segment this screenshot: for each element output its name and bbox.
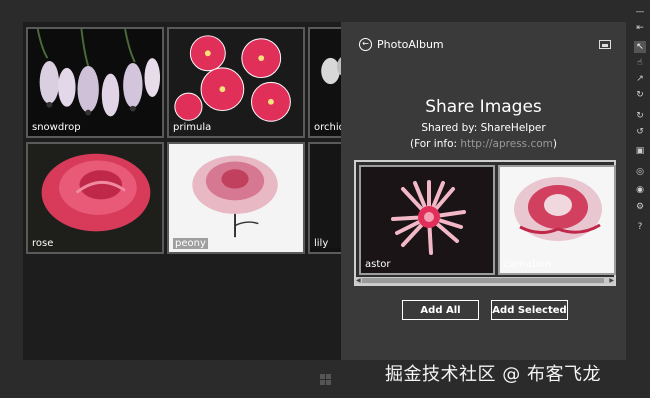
scroll-right-icon[interactable]: ▶ (609, 277, 614, 284)
screenshot-icon[interactable]: ◉ (634, 184, 646, 196)
pinch-icon[interactable]: ↗ (634, 73, 646, 85)
gallery-tile-peony[interactable]: peony (167, 142, 305, 254)
back-arrow-icon[interactable]: ← (359, 37, 372, 51)
tile-label: snowdrop (32, 122, 81, 133)
location-icon[interactable]: ◎ (634, 166, 646, 178)
simulator-toolbar: — ⇤ ↖ ☝ ↗ ↻ ↻ ↺ ▣ ◎ ◉ ⚙ ? (630, 0, 650, 398)
share-pane-header: ← PhotoAlbum (359, 36, 611, 52)
image-icon (599, 39, 611, 49)
shared-image-label: astor (365, 259, 391, 270)
gallery-tile-primula[interactable]: primula (167, 27, 305, 138)
minimize-icon[interactable]: — (634, 6, 646, 18)
for-info-link[interactable]: http://apress.com (460, 138, 553, 150)
horizontal-scrollbar[interactable]: ◀ ▶ (356, 277, 614, 284)
touch-icon[interactable]: ☝ (634, 57, 646, 69)
scroll-thumb[interactable] (362, 278, 604, 283)
share-title: Share Images (425, 97, 542, 117)
rotate-gesture-icon[interactable]: ↻ (634, 89, 646, 101)
shared-image-astor[interactable]: astor (359, 165, 495, 275)
gallery-tile-snowdrop[interactable]: snowdrop (26, 27, 164, 138)
for-info-suffix: ) (552, 138, 558, 150)
scroll-left-icon[interactable]: ◀ (356, 277, 361, 284)
pointer-icon[interactable]: ↖ (634, 41, 646, 53)
resolution-icon[interactable]: ▣ (634, 145, 646, 157)
tile-label: peony (173, 238, 208, 249)
app-screen: snowdrop primula orchid rose peony lily … (23, 22, 626, 360)
share-pane: ← PhotoAlbum Share Images Shared by: Sha… (341, 22, 626, 360)
gallery-tile-rose[interactable]: rose (26, 142, 164, 254)
shared-images-grid: astor carnation ◀ ▶ (354, 160, 616, 286)
rose-image (28, 144, 162, 252)
for-info-prefix: (For info: (409, 138, 461, 150)
pin-icon[interactable]: ⇤ (634, 22, 646, 34)
add-selected-button[interactable]: Add Selected (491, 300, 568, 320)
add-all-button[interactable]: Add All (402, 300, 479, 320)
tile-label: lily (314, 238, 329, 249)
tile-label: rose (32, 238, 54, 249)
rotate-ccw-icon[interactable]: ↺ (634, 126, 646, 138)
watermark: 掘金技术社区 @ 布客飞龙 (385, 364, 601, 385)
rotate-cw-icon[interactable]: ↻ (634, 110, 646, 122)
tile-label: primula (173, 122, 212, 133)
primula-image (169, 29, 303, 136)
shared-by-text: Shared by: ShareHelper (421, 122, 546, 134)
shared-image-carnation[interactable]: carnation (498, 165, 616, 275)
peony-image (169, 144, 303, 252)
snowdrop-image (28, 29, 162, 136)
for-info-text: (For info: http://apress.com) (341, 138, 626, 150)
settings-icon[interactable]: ⚙ (634, 201, 646, 213)
shared-image-label: carnation (504, 259, 552, 270)
help-icon[interactable]: ? (634, 221, 646, 233)
windows-logo-icon[interactable] (320, 374, 331, 385)
app-name: PhotoAlbum (377, 37, 444, 51)
